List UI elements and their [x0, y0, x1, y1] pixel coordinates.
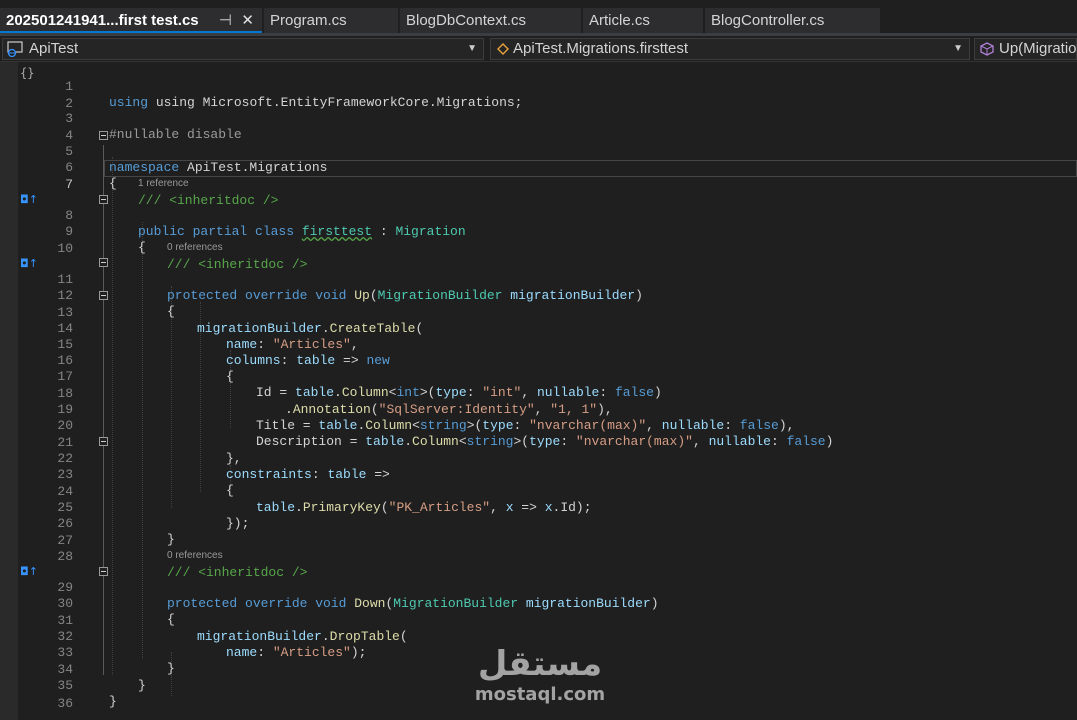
tab-label: Program.cs: [270, 12, 347, 29]
code-line: 25 });: [0, 484, 1077, 531]
type-scope-label: ApiTest.Migrations.firsttest: [513, 40, 689, 57]
code-line: 6 {: [0, 144, 1077, 191]
code-line: 30 {: [0, 580, 1077, 627]
code-line: 24 table.PrimaryKey("PK_Articles", x => …: [0, 468, 1077, 515]
brace: {: [109, 176, 117, 191]
code-line: 5 namespace ApiTest.Migrations: [0, 128, 1077, 175]
code-line: 22 constraints: table =>: [0, 435, 1077, 482]
code-line: 19 Title = table.Column<string>(type: "n…: [0, 386, 1077, 433]
code-line: 14 name: "Articles",: [0, 305, 1077, 352]
line-number: 36: [57, 696, 73, 711]
code-line: 13 migrationBuilder.CreateTable(: [0, 289, 1077, 336]
tab-program[interactable]: Program.cs: [264, 8, 398, 33]
tab-blogcontroller[interactable]: BlogController.cs: [705, 8, 880, 33]
watermark-arabic: مستقل: [477, 644, 603, 684]
method-icon: [980, 42, 994, 56]
code-line: 23 {: [0, 451, 1077, 498]
watermark-latin: mostaql.com: [474, 684, 606, 705]
code-line: 28 /// <inheritdoc />: [0, 533, 1077, 580]
code-line: 26 }: [0, 500, 1077, 547]
code-line: 12 {: [0, 272, 1077, 319]
code-line: 10 /// <inheritdoc />: [0, 225, 1077, 272]
navigation-bar: ApiTest ▼ ApiTest.Migrations.firsttest ▼…: [0, 36, 1077, 62]
tab-article[interactable]: Article.cs: [583, 8, 703, 33]
class-icon: [497, 43, 509, 55]
tab-migration-file[interactable]: 202501241941...first test.cs ⊣ ✕: [0, 8, 262, 33]
code-line: 15 columns: table => new: [0, 321, 1077, 368]
code-line: 4: [0, 112, 1077, 143]
code-line: 31 migrationBuilder.DropTable(: [0, 597, 1077, 644]
line-number: 7: [65, 177, 73, 192]
code-line: 1 using using Microsoft.EntityFrameworkC…: [0, 63, 1077, 110]
code-line: 27: [0, 517, 1077, 548]
member-scope-dropdown[interactable]: Up(Migratio: [974, 38, 1077, 60]
code-line: 32 name: "Articles");: [0, 613, 1077, 660]
chevron-down-icon: ▼: [467, 43, 477, 54]
code-line: 3 #nullable disable: [0, 95, 1077, 142]
tab-blogdbcontext[interactable]: BlogDbContext.cs: [400, 8, 581, 33]
code-line: 8 public partial class firsttest : Migra…: [0, 192, 1077, 239]
code-line: 2: [0, 80, 1077, 111]
codelens-references[interactable]: 0 references: [167, 241, 767, 255]
project-dropdown[interactable]: ApiTest ▼: [2, 38, 484, 60]
tab-label: 202501241941...first test.cs: [6, 12, 199, 29]
tab-label: BlogDbContext.cs: [406, 12, 527, 29]
type-scope-dropdown[interactable]: ApiTest.Migrations.firsttest ▼: [490, 38, 970, 60]
code-line: 18 .Annotation("SqlServer:Identity", "1,…: [0, 370, 1077, 417]
brace: }: [109, 694, 117, 709]
document-tab-bar: 202501241941...first test.cs ⊣ ✕ Program…: [0, 0, 1077, 36]
current-line-highlight: [104, 160, 1077, 177]
codelens-references[interactable]: 1 reference: [138, 177, 738, 191]
pin-icon[interactable]: ⊣: [219, 8, 232, 31]
code-line: 29 protected override void Down(Migratio…: [0, 564, 1077, 611]
code-line: 11 protected override void Up(MigrationB…: [0, 256, 1077, 303]
line-number: 28: [57, 549, 73, 564]
watermark: مستقل mostaql.com: [470, 644, 610, 706]
tab-label: BlogController.cs: [711, 12, 825, 29]
code-line: 17 Id = table.Column<int>(type: "int", n…: [0, 353, 1077, 400]
code-line: 21 },: [0, 419, 1077, 466]
brace: {: [138, 240, 146, 255]
close-icon[interactable]: ✕: [241, 8, 254, 31]
chevron-down-icon: ▼: [953, 43, 963, 54]
code-line: 33 }: [0, 629, 1077, 676]
csharp-project-icon: [7, 41, 23, 57]
code-line: 16 {: [0, 337, 1077, 384]
project-name: ApiTest: [29, 40, 79, 57]
line-number: 10: [57, 241, 73, 256]
tab-label: Article.cs: [589, 12, 650, 29]
code-editor[interactable]: {} ◘↑ ◘↑ ◘↑ 1 using using Microsoft.Enti…: [0, 62, 1077, 720]
codelens-references[interactable]: 0 references: [167, 549, 767, 563]
code-line: 20 Description = table.Column<string>(ty…: [0, 402, 1077, 449]
member-scope-label: Up(Migratio: [999, 40, 1077, 57]
code-line: 9 {: [0, 208, 1077, 255]
